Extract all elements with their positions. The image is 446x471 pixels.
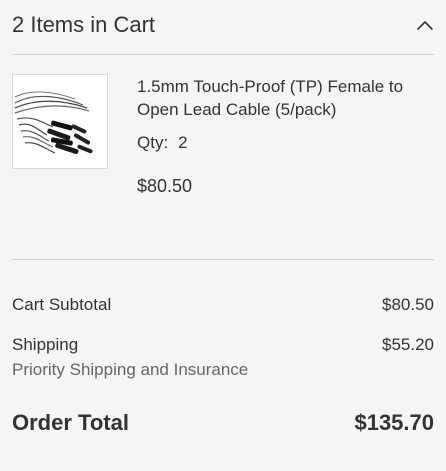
qty-value: 2	[178, 133, 188, 152]
cart-subtotal-value: $80.50	[382, 295, 434, 314]
item-price: $80.50	[137, 176, 193, 196]
product-thumbnail[interactable]	[12, 74, 108, 169]
shipping-value: $55.20	[382, 335, 434, 354]
totals-divider	[12, 259, 434, 260]
product-name-link[interactable]: 1.5mm Touch-Proof (TP) Female to Open Le…	[137, 75, 427, 121]
order-total-value: $135.70	[354, 410, 434, 435]
cart-item: 1.5mm Touch-Proof (TP) Female to Open Le…	[12, 74, 434, 204]
cart-subtotal-label: Cart Subtotal	[12, 295, 112, 314]
cart-items-count-title: 2 Items in Cart	[12, 12, 156, 37]
qty-label: Qty:	[137, 133, 169, 152]
order-total-label: Order Total	[12, 410, 129, 435]
cable-bundle-image	[13, 75, 107, 168]
cart-items-header[interactable]: 2 Items in Cart	[12, 0, 434, 55]
qty-row: Qty: 2	[137, 133, 188, 153]
shipping-label: Shipping	[12, 335, 79, 354]
shipping-method-label: Priority Shipping and Insurance	[12, 360, 249, 379]
chevron-up-icon[interactable]	[416, 18, 434, 30]
